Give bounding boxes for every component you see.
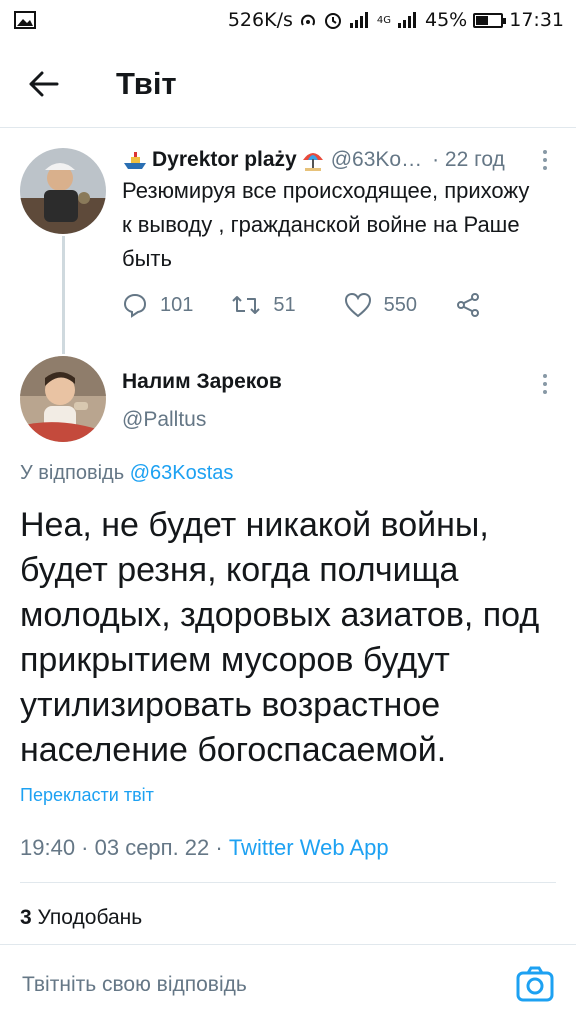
retweet-icon: [232, 296, 261, 314]
back-arrow-icon: [29, 71, 59, 96]
network-type: 4G: [376, 14, 391, 26]
like-count: 550: [383, 293, 417, 316]
dot: [543, 166, 547, 170]
clock: 17:31: [509, 9, 564, 31]
reply-context: У відповідь @63Kostas: [20, 462, 233, 485]
dot: [543, 150, 547, 154]
reply-prefix: У відповідь: [20, 462, 125, 484]
share-action[interactable]: [455, 292, 481, 318]
tweet-meta: 19:40 · 03 серп. 22 · Twitter Web App: [20, 835, 389, 861]
main-avatar[interactable]: [20, 356, 106, 442]
back-button[interactable]: [12, 52, 76, 116]
signal-icon-2: [398, 12, 416, 28]
parent-timestamp: · 22 год: [432, 148, 505, 171]
share-icon: [457, 293, 479, 317]
main-more-button[interactable]: [533, 372, 557, 396]
retweet-count: 51: [273, 293, 296, 316]
dot: [543, 390, 547, 394]
retweet-action[interactable]: 51: [231, 293, 296, 317]
parent-header: Dyrektor plaży @63Ko… · 22 год: [122, 148, 505, 172]
parent-author-handle: @63Ko…: [330, 148, 423, 171]
likes-count: 3: [20, 906, 32, 929]
heart-icon: [344, 292, 371, 318]
main-author-handle[interactable]: @Palltus: [122, 408, 206, 432]
network-speed: 526K/s: [227, 9, 293, 31]
reply-bar: Твітніть свою відповідь: [0, 944, 576, 1024]
tweet-timestamp: 19:40 · 03 серп. 22 ·: [20, 835, 229, 860]
main-author-name[interactable]: Налим Зареков: [122, 370, 282, 394]
gallery-icon: [14, 11, 36, 29]
alarm-icon: [324, 13, 341, 29]
tweet-source-link[interactable]: Twitter Web App: [229, 835, 389, 860]
parent-author-name[interactable]: Dyrektor plaży: [152, 148, 297, 172]
dot: [543, 374, 547, 378]
thread-line: [62, 236, 65, 354]
ship-emoji-icon: [124, 152, 146, 169]
page-title: Твіт: [116, 65, 177, 101]
signal-icon: [349, 12, 368, 28]
like-action[interactable]: 550: [344, 292, 417, 318]
parent-avatar[interactable]: [20, 148, 106, 234]
likes-summary[interactable]: 3 Уподобань: [20, 906, 142, 930]
battery-icon: [473, 12, 507, 28]
dot: [543, 382, 547, 386]
reply-count: 101: [160, 293, 194, 316]
parent-more-button[interactable]: [533, 148, 557, 172]
parent-actions: 101 51 550: [122, 292, 481, 318]
translate-link[interactable]: Перекласти твіт: [20, 785, 154, 806]
dot: [543, 158, 547, 162]
battery-fill: [476, 15, 488, 25]
reply-action[interactable]: 101: [122, 292, 193, 318]
beach-umbrella-emoji-icon: [302, 153, 323, 171]
main-tweet-text: Неа, не будет никакой войны, будет резня…: [20, 506, 540, 769]
camera-icon[interactable]: [516, 965, 554, 1003]
reply-input[interactable]: Твітніть свою відповідь: [22, 973, 247, 997]
parent-tweet-text: Резюмируя все происходящее, прихожу к вы…: [122, 178, 530, 271]
reply-icon: [123, 293, 147, 318]
status-bar: 526K/s 4G 45% 17:31: [0, 0, 576, 40]
hotspot-icon: [300, 14, 315, 26]
reply-to-link[interactable]: @63Kostas: [130, 462, 234, 484]
battery-percent: 45%: [425, 9, 468, 31]
divider: [20, 882, 556, 883]
top-bar: Твіт: [0, 40, 576, 128]
likes-label: Уподобань: [37, 906, 143, 929]
